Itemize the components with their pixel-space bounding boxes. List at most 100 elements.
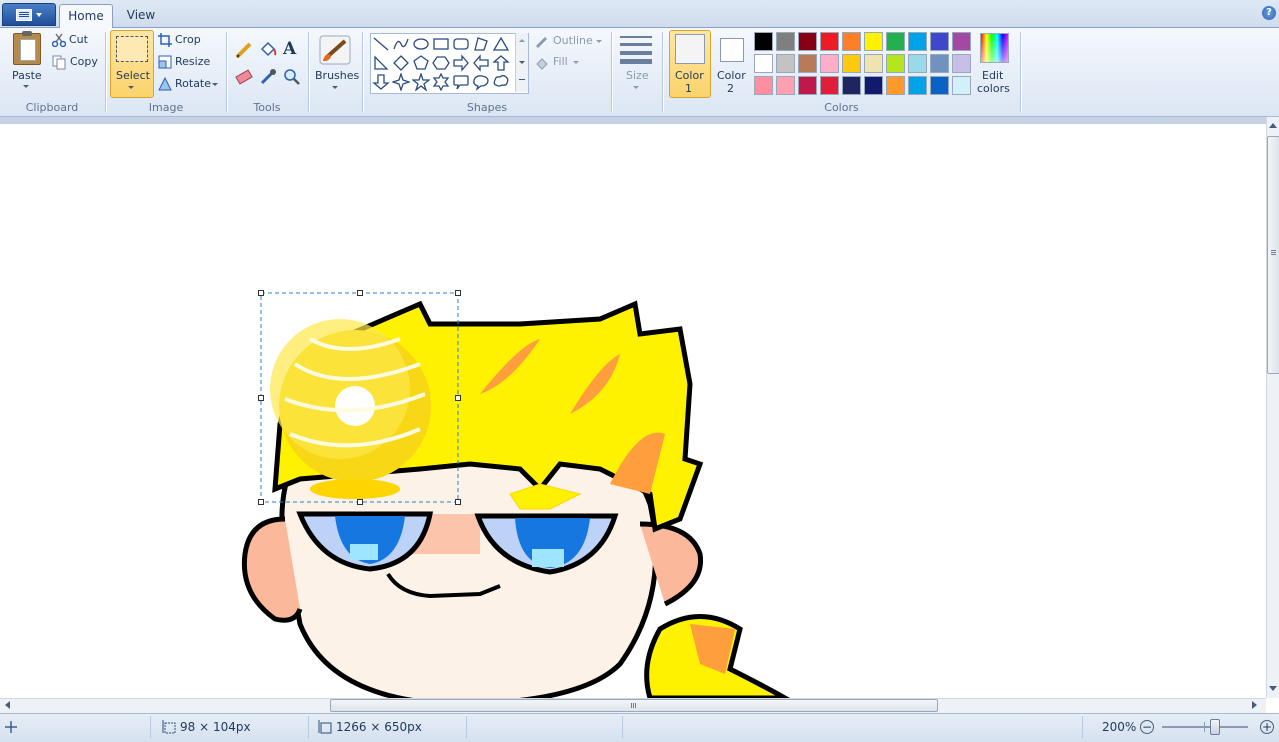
help-icon[interactable]: ? [1262, 6, 1276, 20]
palette-swatch[interactable] [952, 54, 971, 73]
color2-label[interactable]: Color [717, 69, 746, 82]
line-shape-icon[interactable] [372, 35, 390, 53]
brush-icon[interactable] [318, 33, 352, 67]
fill-button[interactable]: Fill [553, 52, 568, 72]
palette-swatch[interactable] [842, 76, 861, 95]
palette-swatch[interactable] [864, 76, 883, 95]
magnifier-icon[interactable] [282, 67, 302, 87]
shapes-gallery-scroll[interactable] [515, 33, 528, 92]
five-point-star-shape-icon[interactable] [411, 71, 431, 92]
palette-swatch[interactable] [754, 76, 773, 95]
pentagon-shape-icon[interactable] [412, 54, 430, 72]
six-point-star-shape-icon[interactable] [432, 72, 450, 92]
palette-swatch[interactable] [820, 32, 839, 51]
left-arrow-shape-icon[interactable] [472, 54, 490, 72]
palette-swatch[interactable] [776, 54, 795, 73]
zoom-slider-track[interactable] [1162, 726, 1248, 728]
crop-button[interactable]: Crop [175, 30, 201, 50]
palette-swatch[interactable] [820, 54, 839, 73]
curve-shape-icon[interactable] [392, 35, 410, 53]
scroll-down-arrow-icon[interactable] [1269, 686, 1277, 691]
palette-swatch[interactable] [798, 54, 817, 73]
palette-swatch[interactable] [908, 76, 927, 95]
palette-swatch[interactable] [952, 76, 971, 95]
tab-home[interactable]: Home [59, 4, 113, 28]
cloud-callout-shape-icon[interactable] [492, 73, 510, 91]
palette-swatch[interactable] [820, 76, 839, 95]
palette-swatch[interactable] [754, 54, 773, 73]
up-arrow-shape-icon[interactable] [492, 54, 510, 72]
four-point-star-shape-icon[interactable] [390, 71, 412, 93]
horizontal-scroll-thumb[interactable] [330, 699, 938, 712]
resize-button[interactable]: Resize [175, 52, 210, 72]
palette-swatch[interactable] [886, 54, 905, 73]
palette-swatch[interactable] [842, 32, 861, 51]
polygon-shape-icon[interactable] [472, 35, 490, 53]
gallery-expand-icon[interactable] [519, 79, 525, 80]
palette-swatch[interactable] [776, 76, 795, 95]
scroll-up-icon[interactable] [519, 39, 525, 42]
oval-callout-shape-icon[interactable] [472, 73, 490, 91]
paste-button[interactable]: Paste [12, 69, 42, 82]
oval-shape-icon[interactable] [412, 35, 430, 53]
tab-view[interactable]: View [118, 4, 164, 26]
brushes-dropdown-icon[interactable] [332, 86, 338, 89]
palette-swatch[interactable] [798, 32, 817, 51]
triangle-shape-icon[interactable] [492, 35, 510, 53]
rotate-dropdown-icon[interactable] [212, 83, 218, 86]
palette-swatch[interactable] [864, 32, 883, 51]
eraser-icon[interactable] [234, 67, 254, 87]
scroll-down-icon[interactable] [519, 61, 525, 64]
size-button[interactable]: Size [626, 69, 649, 82]
cut-button[interactable]: Cut [69, 30, 88, 50]
palette-swatch[interactable] [908, 32, 927, 51]
rounded-callout-shape-icon[interactable] [452, 73, 470, 91]
zoom-slider-thumb[interactable] [1209, 719, 1220, 735]
palette-swatch[interactable] [754, 32, 773, 51]
outline-dropdown-icon[interactable] [596, 40, 602, 43]
palette-swatch[interactable] [798, 76, 817, 95]
brushes-button[interactable]: Brushes [315, 69, 359, 82]
size-lines-icon[interactable] [620, 36, 652, 64]
shapes-gallery[interactable] [370, 33, 529, 94]
palette-swatch[interactable] [886, 32, 905, 51]
scroll-left-arrow-icon[interactable] [5, 701, 10, 709]
fill-bucket-icon[interactable] [258, 40, 278, 60]
palette-swatch[interactable] [930, 54, 949, 73]
palette-swatch[interactable] [842, 54, 861, 73]
drawing-canvas[interactable] [0, 124, 1266, 698]
diamond-shape-icon[interactable] [392, 54, 410, 72]
palette-swatch[interactable] [930, 76, 949, 95]
color-picker-icon[interactable] [258, 67, 278, 87]
pencil-icon[interactable] [234, 40, 254, 60]
rectangle-shape-icon[interactable] [432, 35, 450, 53]
select-dropdown-icon[interactable] [128, 86, 134, 89]
copy-button[interactable]: Copy [70, 52, 98, 72]
color-spectrum-icon[interactable] [980, 33, 1009, 63]
scroll-right-arrow-icon[interactable] [1252, 701, 1257, 709]
color2-swatch[interactable] [720, 38, 744, 62]
paint-menu-button[interactable] [2, 3, 56, 26]
palette-swatch[interactable] [886, 76, 905, 95]
right-triangle-shape-icon[interactable] [372, 54, 390, 72]
down-arrow-shape-icon[interactable] [372, 73, 390, 91]
palette-swatch[interactable] [776, 32, 795, 51]
paste-dropdown-icon[interactable] [23, 85, 29, 88]
right-arrow-shape-icon[interactable] [452, 54, 470, 72]
palette-swatch[interactable] [864, 54, 883, 73]
zoom-out-icon[interactable]: − [1140, 720, 1154, 734]
vertical-scroll-thumb[interactable] [1267, 136, 1279, 374]
zoom-in-icon[interactable]: + [1260, 720, 1274, 734]
size-dropdown-icon[interactable] [633, 86, 639, 89]
edit-colors-button[interactable]: Edit [982, 69, 1003, 82]
fill-dropdown-icon[interactable] [573, 61, 579, 64]
text-tool-icon[interactable]: A [283, 39, 296, 59]
palette-swatch[interactable] [930, 32, 949, 51]
hexagon-shape-icon[interactable] [432, 54, 450, 72]
palette-swatch[interactable] [952, 32, 971, 51]
palette-swatch[interactable] [908, 54, 927, 73]
scroll-up-arrow-icon[interactable] [1269, 123, 1277, 128]
rounded-rectangle-shape-icon[interactable] [452, 35, 470, 53]
clipboard-icon[interactable] [13, 31, 41, 65]
rotate-button[interactable]: Rotate [175, 74, 211, 94]
